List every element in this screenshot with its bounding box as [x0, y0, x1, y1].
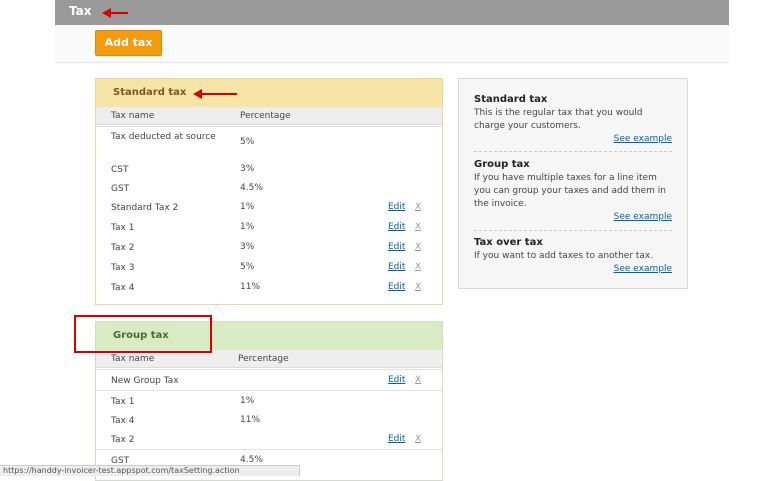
- page-title: Tax: [69, 4, 92, 18]
- tax-percentage: 5%: [240, 137, 255, 147]
- tax-percentage: 1%: [240, 396, 255, 406]
- edit-link[interactable]: Edit: [388, 202, 405, 212]
- tax-name: Tax 4: [111, 416, 135, 426]
- delete-link[interactable]: X: [415, 242, 421, 252]
- standard-tax-heading: Standard tax: [96, 79, 442, 107]
- tax-name: CST: [111, 165, 129, 175]
- edit-link[interactable]: Edit: [388, 242, 405, 252]
- help-standard-tax: Standard tax This is the regular tax tha…: [474, 94, 672, 144]
- help-title: Tax over tax: [474, 237, 543, 248]
- delete-link[interactable]: X: [415, 282, 421, 292]
- help-title: Standard tax: [474, 94, 548, 105]
- help-sidebar: Standard tax This is the regular tax tha…: [458, 78, 688, 289]
- delete-link[interactable]: X: [415, 375, 421, 385]
- edit-link[interactable]: Edit: [388, 262, 405, 272]
- add-tax-button[interactable]: Add tax: [95, 30, 162, 56]
- edit-link[interactable]: Edit: [388, 375, 405, 385]
- tax-percentage: 4.5%: [240, 455, 263, 465]
- browser-status-bar: https://handdy-invoicer-test.appspot.com…: [0, 465, 300, 476]
- column-percentage: Percentage: [238, 354, 289, 364]
- tax-percentage: 3%: [240, 164, 255, 174]
- help-title: Group tax: [474, 159, 530, 170]
- sidebar-divider: [474, 230, 672, 231]
- delete-link[interactable]: X: [415, 434, 421, 444]
- edit-link[interactable]: Edit: [388, 434, 405, 444]
- help-group-tax: Group tax If you have multiple taxes for…: [474, 159, 672, 222]
- see-example-link[interactable]: See example: [474, 134, 672, 144]
- tax-name: Tax 2: [111, 243, 135, 253]
- toolbar: Add tax: [55, 25, 729, 63]
- help-description: If you want to add taxes to another tax.: [474, 251, 654, 261]
- help-tax-over-tax: Tax over tax If you want to add taxes to…: [474, 237, 672, 274]
- edit-link[interactable]: Edit: [388, 222, 405, 232]
- see-example-link[interactable]: See example: [474, 212, 672, 222]
- tax-name: Tax 3: [111, 263, 135, 273]
- header-bar: Tax: [55, 0, 729, 25]
- column-tax-name: Tax name: [111, 354, 155, 364]
- tax-name: Standard Tax 2: [111, 203, 179, 213]
- delete-link[interactable]: X: [415, 262, 421, 272]
- tax-percentage: 1%: [240, 222, 255, 232]
- tax-percentage: 4.5%: [240, 183, 263, 193]
- sidebar-divider: [474, 151, 672, 152]
- tax-percentage: 3%: [240, 242, 255, 252]
- column-percentage: Percentage: [240, 111, 291, 121]
- row-divider: [96, 390, 442, 391]
- standard-tax-panel: Standard tax Tax name Percentage Tax ded…: [95, 78, 443, 305]
- tax-name: Tax 1: [111, 223, 135, 233]
- help-description: If you have multiple taxes for a line it…: [474, 173, 666, 209]
- help-description: This is the regular tax that you would c…: [474, 108, 643, 131]
- row-divider: [96, 449, 442, 450]
- annotation-highlight-box: [74, 315, 212, 353]
- group-name: New Group Tax: [111, 376, 179, 386]
- tax-name: Tax 1: [111, 397, 135, 407]
- tax-percentage: 11%: [240, 415, 261, 425]
- tax-name: Tax 2: [111, 435, 135, 445]
- see-example-link[interactable]: See example: [474, 264, 672, 274]
- delete-link[interactable]: X: [415, 222, 421, 232]
- tax-percentage: 11%: [240, 282, 261, 292]
- row-divider: [96, 369, 442, 370]
- tax-percentage: 5%: [240, 262, 255, 272]
- tax-percentage: 1%: [240, 202, 255, 212]
- standard-tax-column-header: Tax name Percentage: [96, 107, 442, 125]
- edit-link[interactable]: Edit: [388, 282, 405, 292]
- column-tax-name: Tax name: [111, 111, 155, 121]
- tax-name: Tax deducted at source: [111, 132, 216, 142]
- tax-name: Tax 4: [111, 283, 135, 293]
- row-divider: [96, 126, 442, 127]
- delete-link[interactable]: X: [415, 202, 421, 212]
- tax-name: GST: [111, 184, 130, 194]
